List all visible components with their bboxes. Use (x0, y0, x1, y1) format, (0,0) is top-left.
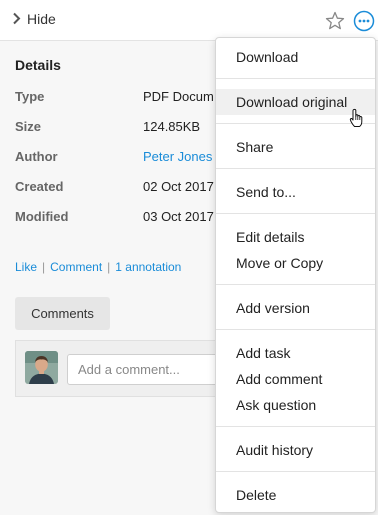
menu-divider (216, 426, 375, 427)
property-value: 02 Oct 2017 (143, 179, 214, 194)
menu-item-add-task[interactable]: Add task (216, 340, 375, 366)
chevron-right-icon (12, 12, 21, 27)
menu-item-add-comment[interactable]: Add comment (216, 366, 375, 392)
hide-label: Hide (27, 11, 56, 27)
menu-item-delete[interactable]: Delete (216, 482, 375, 508)
property-row-type: Type PDF Docum (15, 89, 235, 107)
menu-item-audit-history[interactable]: Audit history (216, 437, 375, 463)
property-label: Modified (15, 209, 69, 224)
comments-button[interactable]: Comments (15, 297, 110, 330)
separator: | (42, 260, 46, 274)
details-heading: Details (15, 57, 61, 73)
menu-item-download[interactable]: Download (216, 44, 375, 70)
property-row-modified: Modified 03 Oct 2017 (15, 209, 235, 227)
menu-item-send-to[interactable]: Send to... (216, 179, 375, 205)
menu-item-add-version[interactable]: Add version (216, 295, 375, 321)
star-icon[interactable] (324, 10, 346, 32)
like-link[interactable]: Like (15, 260, 37, 274)
property-value: PDF Docum (143, 89, 214, 104)
menu-divider (216, 168, 375, 169)
avatar (25, 351, 58, 384)
hide-details-toggle[interactable]: Hide (12, 11, 56, 27)
property-value: 03 Oct 2017 (143, 209, 214, 224)
property-label: Author (15, 149, 58, 164)
menu-divider (216, 213, 375, 214)
menu-item-edit-details[interactable]: Edit details (216, 224, 375, 250)
author-link[interactable]: Peter Jones (143, 149, 212, 164)
menu-divider (216, 78, 375, 79)
menu-item-share[interactable]: Share (216, 134, 375, 160)
menu-item-ask-question[interactable]: Ask question (216, 392, 375, 418)
menu-divider (216, 329, 375, 330)
property-label: Size (15, 119, 42, 134)
comment-link[interactable]: Comment (50, 260, 102, 274)
property-row-created: Created 02 Oct 2017 (15, 179, 235, 197)
social-actions: Like | Comment | 1 annotation (15, 260, 181, 274)
menu-item-move-or-copy[interactable]: Move or Copy (216, 250, 375, 276)
property-row-size: Size 124.85KB (15, 119, 235, 137)
more-options-icon[interactable] (353, 10, 375, 32)
separator: | (107, 260, 111, 274)
property-label: Type (15, 89, 45, 104)
menu-divider (216, 284, 375, 285)
annotations-link[interactable]: 1 annotation (115, 260, 181, 274)
comment-input[interactable] (67, 354, 237, 385)
menu-divider (216, 471, 375, 472)
hand-pointer-icon (349, 108, 363, 127)
top-bar: Hide (0, 0, 378, 41)
property-value: 124.85KB (143, 119, 201, 134)
comment-composer (15, 340, 237, 397)
property-row-author: Author Peter Jones (15, 149, 235, 167)
property-label: Created (15, 179, 64, 194)
